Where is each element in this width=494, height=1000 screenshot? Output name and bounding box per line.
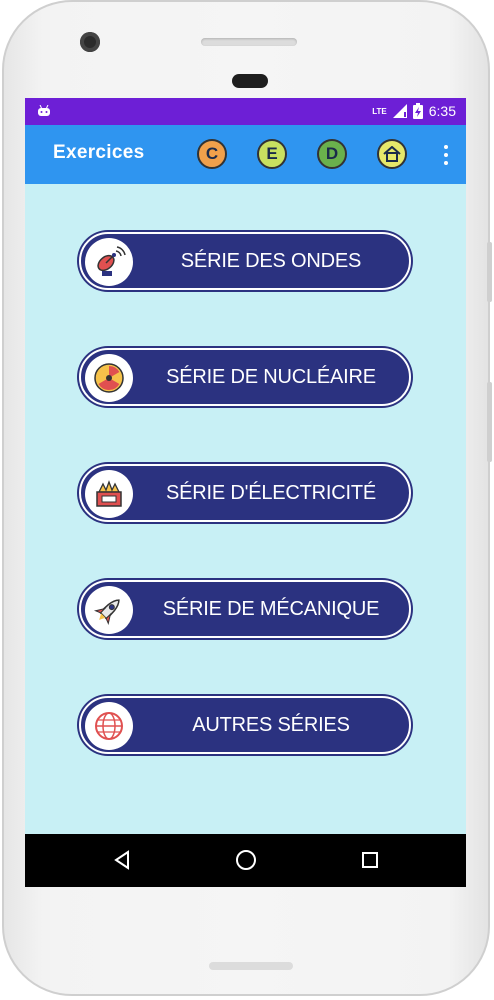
series-button-ondes[interactable]: SÉRIE DES ONDES [79,232,411,290]
rocket-icon [85,586,133,634]
battery-charging-icon [412,103,423,119]
signal-icon [392,104,407,118]
volume-button [487,242,492,302]
more-vert-icon[interactable] [444,145,448,165]
c-letter-icon[interactable]: C [197,139,227,169]
series-button-electricite[interactable]: SÉRIE D'ÉLECTRICITÉ [79,464,411,522]
series-label: SÉRIE DES ONDES [180,249,362,272]
d-letter-icon[interactable]: D [317,139,347,169]
clock: 6:35 [428,103,456,119]
home-circle-icon[interactable] [234,848,258,872]
earpiece [232,74,268,88]
series-label: SÉRIE DE NUCLÉAIRE [166,365,376,388]
front-camera [80,32,100,52]
c-letter: C [205,144,219,163]
d-letter: D [325,144,339,163]
series-label: SÉRIE D'ÉLECTRICITÉ [165,481,377,504]
screen: LTE 6:35 Exercices C E D SÉRIE DES ONDES… [25,98,466,887]
navigation-bar [25,834,466,887]
top-speaker [201,38,297,46]
series-button-nucleaire[interactable]: SÉRIE DE NUCLÉAIRE [79,348,411,406]
e-letter-icon[interactable]: E [257,139,287,169]
radiation-icon [85,354,133,402]
series-label: SÉRIE DE MÉCANIQUE [162,597,380,620]
globe-icon [85,702,133,750]
house-glyph-icon [383,146,401,162]
network-type: LTE [372,106,387,116]
home-icon[interactable] [377,139,407,169]
electric-generator-icon [85,470,133,518]
status-bar: LTE 6:35 [25,98,466,125]
e-letter: E [266,144,278,163]
recents-icon[interactable] [358,848,382,872]
bottom-speaker [209,962,293,970]
power-button [487,382,492,462]
series-label: AUTRES SÉRIES [192,713,350,736]
series-button-autres[interactable]: AUTRES SÉRIES [79,696,411,754]
android-notification-icon [38,105,50,116]
app-title: Exercices [53,142,145,163]
app-bar: Exercices C E D [25,125,466,184]
satellite-dish-icon [85,238,133,286]
series-button-mecanique[interactable]: SÉRIE DE MÉCANIQUE [79,580,411,638]
back-icon[interactable] [110,848,134,872]
